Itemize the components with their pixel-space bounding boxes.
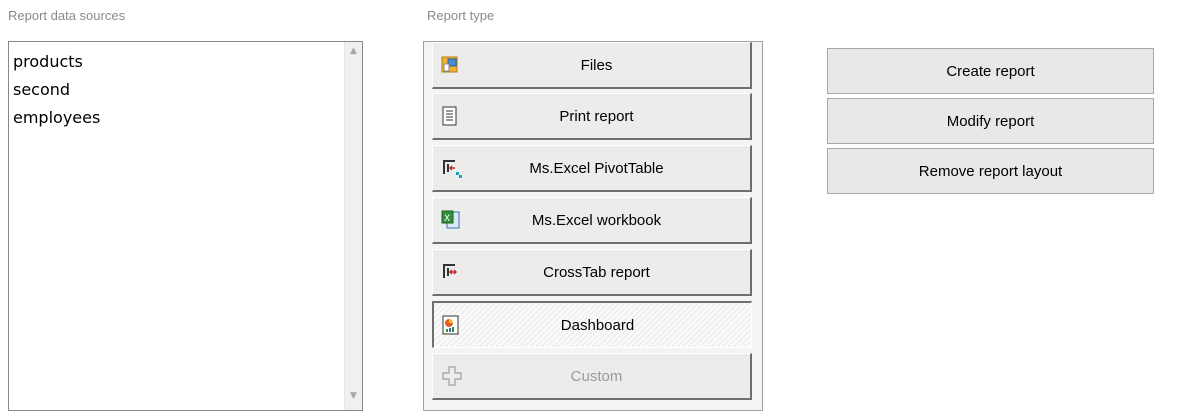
report-type-label: Dashboard (560, 316, 635, 334)
data-sources-label: Report data sources (8, 8, 126, 23)
dashboard-icon (442, 315, 470, 335)
report-type-panel: Files Print report Ms.Excel PivotTable X… (423, 41, 763, 411)
report-type-excel-workbook-button[interactable]: X Ms.Excel workbook (432, 197, 752, 244)
print-report-icon (441, 106, 469, 126)
report-type-label: Ms.Excel PivotTable (529, 159, 664, 177)
report-type-label: Files (580, 56, 613, 74)
report-type-custom-button[interactable]: Custom (432, 353, 752, 400)
create-report-button[interactable]: Create report (827, 48, 1154, 94)
scroll-down-arrow-icon[interactable]: ▼ (345, 387, 362, 404)
list-item[interactable]: second (13, 76, 345, 104)
report-type-crosstab-button[interactable]: CrossTab report (432, 249, 752, 296)
report-type-files-button[interactable]: Files (432, 42, 752, 89)
report-type-dashboard-button[interactable]: Dashboard (432, 301, 752, 348)
list-item[interactable]: products (13, 48, 345, 76)
vertical-scrollbar[interactable]: ▲ ▼ (344, 42, 362, 410)
files-icon (441, 56, 469, 74)
svg-text:X: X (444, 214, 450, 224)
custom-plus-icon (441, 365, 469, 387)
report-type-label: Report type (427, 8, 495, 23)
report-type-label: Custom (570, 367, 623, 385)
report-type-label: Ms.Excel workbook (531, 211, 662, 229)
data-sources-list[interactable]: products second employees ▲ ▼ (8, 41, 363, 411)
crosstab-icon (441, 262, 469, 282)
report-type-label: Print report (559, 107, 634, 125)
list-item[interactable]: employees (13, 104, 345, 132)
excel-workbook-icon: X (441, 210, 469, 230)
pivottable-icon (441, 158, 469, 178)
report-type-label: CrossTab report (543, 263, 650, 281)
remove-report-layout-button[interactable]: Remove report layout (827, 148, 1154, 194)
scroll-up-arrow-icon[interactable]: ▲ (345, 42, 362, 59)
modify-report-button[interactable]: Modify report (827, 98, 1154, 144)
report-type-print-button[interactable]: Print report (432, 93, 752, 140)
report-type-pivottable-button[interactable]: Ms.Excel PivotTable (432, 145, 752, 192)
